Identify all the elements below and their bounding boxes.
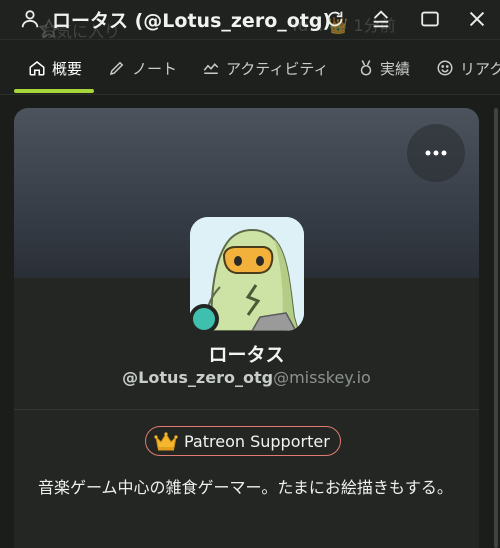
tab-label: 実績	[380, 59, 411, 78]
reload-icon	[327, 11, 343, 27]
close-icon	[469, 11, 485, 27]
profile-card: ロータス @Lotus_zero_otg@misskey.io Patreon …	[14, 108, 479, 548]
scrollbar[interactable]	[494, 108, 498, 548]
more-options-button[interactable]	[407, 124, 465, 182]
host: @misskey.io	[273, 368, 371, 387]
home-icon	[29, 61, 45, 76]
tab-achievements[interactable]: 実績	[358, 57, 410, 79]
tab-label: 概要	[52, 59, 83, 78]
collapse-icon	[373, 10, 389, 28]
divider	[14, 409, 479, 410]
account-handle: @Lotus_zero_otg@misskey.io	[14, 368, 479, 387]
collapse-button[interactable]	[369, 7, 393, 31]
role-badge[interactable]: Patreon Supporter	[145, 426, 341, 456]
reload-button[interactable]	[323, 7, 347, 31]
user-icon	[18, 7, 42, 31]
title-bar: お気に入り Yu... 👑 1分前 ロータス (@Lotus_zero_otg)	[0, 0, 500, 40]
close-button[interactable]	[465, 7, 489, 31]
tab-reactions[interactable]: リアク	[436, 57, 500, 79]
more-icon	[425, 150, 447, 156]
pencil-icon	[109, 61, 124, 76]
online-status-indicator	[189, 304, 219, 334]
tab-overview[interactable]: 概要	[28, 57, 82, 79]
maximize-icon	[421, 11, 439, 27]
active-tab-indicator	[14, 89, 94, 93]
role-label: Patreon Supporter	[184, 431, 330, 451]
maximize-button[interactable]	[418, 7, 442, 31]
tab-label: アクティビティ	[226, 59, 329, 78]
display-name: ロータス	[208, 344, 285, 366]
emoji-icon	[437, 60, 453, 76]
medal-icon	[360, 60, 372, 76]
profile-tabs: 概要 ノート アクティビティ 実績 リアク	[0, 40, 500, 95]
tab-activity[interactable]: アクティビティ	[202, 57, 328, 79]
window-title: ロータス (@Lotus_zero_otg)	[52, 10, 332, 32]
tab-notes[interactable]: ノート	[108, 57, 177, 79]
tab-label: リアク	[460, 59, 500, 78]
crown-icon	[154, 432, 178, 451]
tab-label: ノート	[132, 59, 178, 78]
username: @Lotus_zero_otg	[122, 368, 274, 387]
profile-bio: 音楽ゲーム中心の雑食ゲーマー。たまにお絵描きもする。	[38, 478, 453, 497]
activity-icon	[203, 63, 219, 74]
